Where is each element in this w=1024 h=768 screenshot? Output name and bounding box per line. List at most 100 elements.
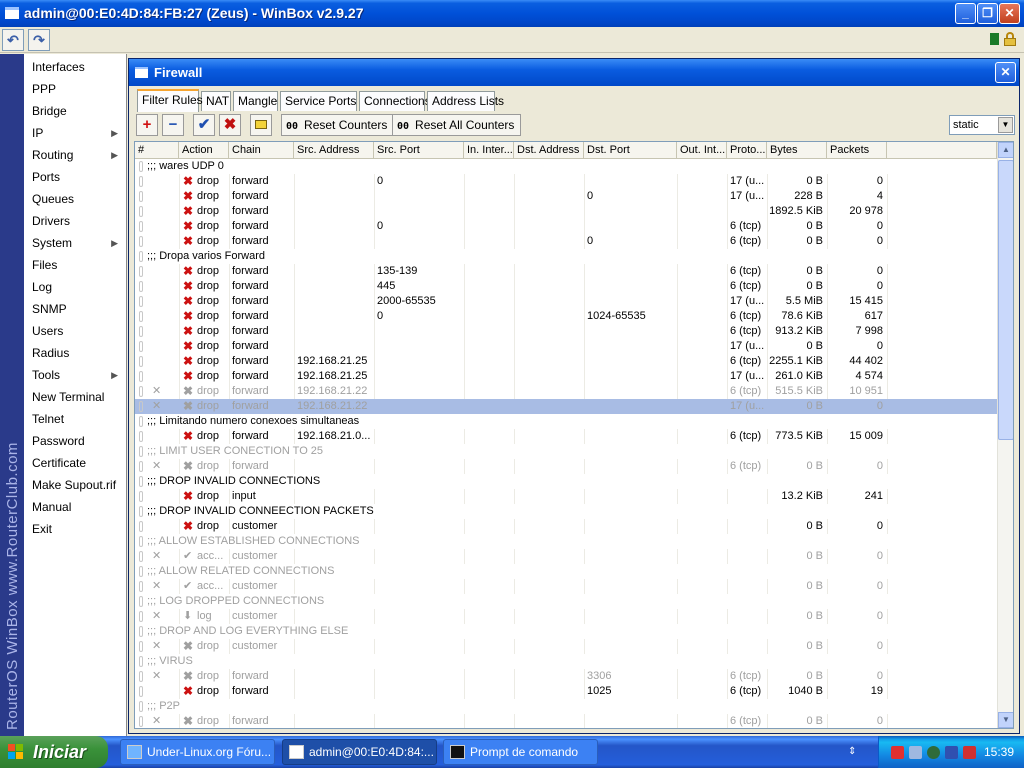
sidebar-item-telnet[interactable]: Telnet [32, 408, 124, 430]
remove-rule-button[interactable]: − [162, 114, 184, 136]
comment-row[interactable]: ;;; DROP INVALID CONNEECTION PACKETS [135, 504, 997, 519]
table-row[interactable]: ✕ ✖ drop forward 3306 6 (tcp) 0 B0 [135, 669, 997, 684]
sidebar-item-snmp[interactable]: SNMP [32, 298, 124, 320]
table-row[interactable]: ✖ drop forward 0 6 (tcp) 0 B0 [135, 219, 997, 234]
comment-row[interactable]: ;;; DROP AND LOG EVERYTHING ELSE [135, 624, 997, 639]
sidebar-item-drivers[interactable]: Drivers [32, 210, 124, 232]
table-row[interactable]: ✖ drop forward 17 (u... 0 B0 [135, 339, 997, 354]
table-row[interactable]: ✕ ✖ drop forward 192.168.21.22 6 (tcp) 515.5 K… [135, 384, 997, 399]
sidebar-item-queues[interactable]: Queues [32, 188, 124, 210]
sidebar-item-password[interactable]: Password [32, 430, 124, 452]
comment-row[interactable]: ;;; Limitando numero conexoes simultanea… [135, 414, 997, 429]
sidebar-item-routing[interactable]: Routing ▶ [32, 144, 124, 166]
sidebar-item-new-terminal[interactable]: New Terminal [32, 386, 124, 408]
column-header-packets[interactable]: Packets [827, 142, 887, 159]
tab-connections[interactable]: Connections [359, 91, 431, 111]
tab-filter-rules[interactable]: Filter Rules [137, 89, 203, 112]
window-icon[interactable] [5, 7, 19, 19]
sidebar-item-ip[interactable]: IP ▶ [32, 122, 124, 144]
table-row[interactable]: ✖ drop forward 2000-65535 17 (u... 5.5 MiB 15 … [135, 294, 997, 309]
tab-address-lists[interactable]: Address Lists [427, 91, 504, 111]
disable-rule-button[interactable]: ✖ [219, 114, 241, 136]
chevron-down-icon[interactable]: ▼ [998, 117, 1013, 133]
sidebar-item-log[interactable]: Log [32, 276, 124, 298]
comment-row[interactable]: ;;; Dropa varios Forward [135, 249, 997, 264]
column-header-src-address[interactable]: Src. Address [294, 142, 374, 159]
redo-icon[interactable]: ↷ [28, 29, 50, 51]
sidebar-item-ports[interactable]: Ports [32, 166, 124, 188]
table-row[interactable]: ✖ drop forward 192.168.21.0... 6 (tcp) 773.5 … [135, 429, 997, 444]
table-row[interactable]: ✖ drop forward 0 6 (tcp) 0 B0 [135, 234, 997, 249]
minimize-button[interactable]: _ [955, 3, 976, 24]
table-row[interactable]: ✖ drop customer 0 B0 [135, 519, 997, 534]
comment-row[interactable]: ;;; LOG DROPPED CONNECTIONS [135, 594, 997, 609]
network-icon[interactable] [909, 746, 922, 759]
table-row[interactable]: ✕ ✖ drop forward 6 (tcp) 0 B0 [135, 714, 997, 728]
column-header-bytes[interactable]: Bytes [767, 142, 827, 159]
taskbar-task[interactable]: Prompt de comando [443, 739, 598, 765]
table-row[interactable]: ✕ ✔ acc... customer 0 B0 [135, 579, 997, 594]
column-header-in-inter-[interactable]: In. Inter... [464, 142, 514, 159]
vertical-scrollbar[interactable]: ▲ ▼ [997, 142, 1013, 728]
table-row[interactable]: ✕ ✔ acc... customer 0 B0 [135, 549, 997, 564]
sidebar-item-certificate[interactable]: Certificate [32, 452, 124, 474]
comment-row[interactable]: ;;; VIRUS [135, 654, 997, 669]
sidebar-item-interfaces[interactable]: Interfaces [32, 56, 124, 78]
sidebar-item-radius[interactable]: Radius [32, 342, 124, 364]
taskbar-task[interactable]: Under-Linux.org Fóru... [120, 739, 275, 765]
column-header-dst-address[interactable]: Dst. Address [514, 142, 584, 159]
display-icon[interactable] [945, 746, 958, 759]
column-header-out-int-[interactable]: Out. Int... [677, 142, 727, 159]
close-button[interactable]: ✕ [999, 3, 1020, 24]
column-header-action[interactable]: Action [179, 142, 229, 159]
sidebar-item-bridge[interactable]: Bridge [32, 100, 124, 122]
start-button[interactable]: Iniciar [0, 736, 108, 768]
table-row[interactable]: ✕ ✖ drop forward 192.168.21.22 17 (u... 0 B0 [135, 399, 997, 414]
antivirus-icon[interactable] [927, 746, 940, 759]
table-row[interactable]: ✖ drop forward 192.168.21.25 17 (u... 261.0 K… [135, 369, 997, 384]
table-row[interactable]: ✖ drop forward 135-139 6 (tcp) 0 B0 [135, 264, 997, 279]
filter-select[interactable]: static ▼ [949, 115, 1015, 135]
comment-row[interactable]: ;;; ALLOW RELATED CONNECTIONS [135, 564, 997, 579]
firewall-close-button[interactable]: ✕ [995, 62, 1016, 83]
scroll-down-icon[interactable]: ▼ [998, 712, 1013, 728]
table-row[interactable]: ✖ drop forward 1025 6 (tcp) 1040 B 19 [135, 684, 997, 699]
tray-expand-icon[interactable]: ⇕ [848, 746, 856, 757]
column-header-dst-port[interactable]: Dst. Port [584, 142, 677, 159]
sidebar-item-make-supout-rif[interactable]: Make Supout.rif [32, 474, 124, 496]
table-row[interactable]: ✖ drop forward 192.168.21.25 6 (tcp) 2255.1 K… [135, 354, 997, 369]
enable-rule-button[interactable]: ✔ [193, 114, 215, 136]
tab-service-ports[interactable]: Service Ports [280, 91, 357, 111]
comment-row[interactable]: ;;; P2P [135, 699, 997, 714]
comment-row[interactable]: ;;; LIMIT USER CONECTION TO 25 [135, 444, 997, 459]
tab-nat[interactable]: NAT [201, 91, 231, 111]
reset-counters-button[interactable]: 00 Reset Counters [281, 114, 395, 136]
comment-button[interactable] [250, 114, 272, 136]
speaker-icon[interactable] [963, 746, 976, 759]
security-icon[interactable] [891, 746, 904, 759]
sidebar-item-ppp[interactable]: PPP [32, 78, 124, 100]
sidebar-item-files[interactable]: Files [32, 254, 124, 276]
table-row[interactable]: ✖ drop forward 0 17 (u... 0 B0 [135, 174, 997, 189]
scroll-up-icon[interactable]: ▲ [998, 142, 1013, 158]
scroll-thumb[interactable] [998, 160, 1013, 440]
column-header-src-port[interactable]: Src. Port [374, 142, 464, 159]
sidebar-item-exit[interactable]: Exit [32, 518, 124, 540]
comment-row[interactable]: ;;; DROP INVALID CONNECTIONS [135, 474, 997, 489]
column-header-chain[interactable]: Chain [229, 142, 294, 159]
comment-row[interactable]: ;;; wares UDP 0 [135, 159, 997, 174]
sidebar-item-manual[interactable]: Manual [32, 496, 124, 518]
table-row[interactable]: ✖ drop forward 1892.5 KiB 20 978 [135, 204, 997, 219]
table-row[interactable]: ✖ drop forward 445 6 (tcp) 0 B0 [135, 279, 997, 294]
tab-mangle[interactable]: Mangle [233, 91, 278, 111]
table-row[interactable]: ✖ drop input 13.2 KiB 241 [135, 489, 997, 504]
column-header-proto-[interactable]: Proto... [727, 142, 767, 159]
undo-icon[interactable]: ↶ [2, 29, 24, 51]
column-header-number[interactable]: # [135, 142, 179, 159]
sidebar-item-system[interactable]: System ▶ [32, 232, 124, 254]
table-row[interactable]: ✕ ✖ drop customer 0 B0 [135, 639, 997, 654]
firewall-title-bar[interactable]: Firewall ✕ [129, 59, 1019, 86]
comment-row[interactable]: ;;; ALLOW ESTABLISHED CONNECTIONS [135, 534, 997, 549]
table-row[interactable]: ✖ drop forward 0 17 (u... 228 B4 [135, 189, 997, 204]
table-row[interactable]: ✕ ⬇ log customer 0 B0 [135, 609, 997, 624]
